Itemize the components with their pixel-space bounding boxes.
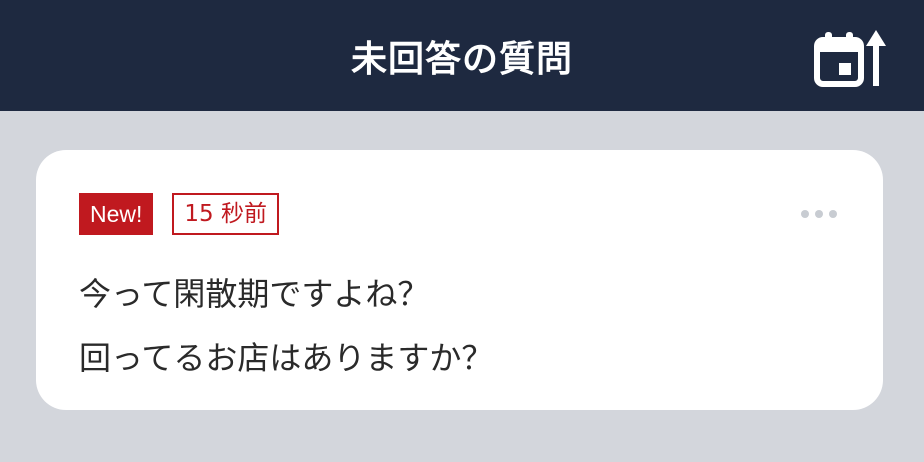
badge-row: New! 15 秒前 xyxy=(79,193,279,235)
more-dots-icon xyxy=(815,210,823,218)
question-card[interactable]: New! 15 秒前 今って閑散期ですよね？ 回ってるお店はありますか？ xyxy=(36,150,883,410)
question-list: New! 15 秒前 今って閑散期ですよね？ 回ってるお店はありますか？ xyxy=(0,111,924,462)
more-dots-icon xyxy=(801,210,809,218)
app-header: 未回答の質問 xyxy=(0,0,924,111)
page-title: 未回答の質問 xyxy=(350,38,573,80)
question-line: 回ってるお店はありますか？ xyxy=(79,339,494,377)
elapsed-time-badge: 15 秒前 xyxy=(172,193,279,235)
question-text: 今って閑散期ですよね？ 回ってるお店はありますか？ xyxy=(79,262,839,390)
calendar-sort-up-icon xyxy=(814,30,886,87)
sort-by-date-button[interactable] xyxy=(814,30,886,88)
more-dots-icon xyxy=(829,210,837,218)
more-options-button[interactable] xyxy=(801,206,837,222)
question-line: 今って閑散期ですよね？ xyxy=(79,275,430,313)
new-badge: New! xyxy=(79,193,154,235)
